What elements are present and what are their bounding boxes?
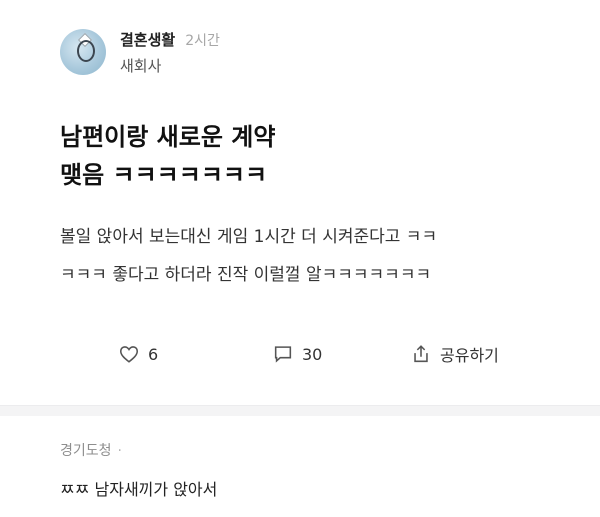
- avatar[interactable]: [60, 29, 106, 75]
- ring-icon: [77, 40, 95, 62]
- comment-text: ㅉㅉ 남자새끼가 앉아서: [60, 480, 218, 499]
- post-time: 2시간: [185, 32, 220, 49]
- post-meta: 결혼생활 2시간 새회사: [120, 29, 220, 76]
- post-meta-top: 결혼생활 2시간: [120, 29, 220, 50]
- share-button[interactable]: 공유하기: [410, 336, 499, 372]
- post-actions: 6 30 공유하기: [0, 336, 600, 372]
- share-label: 공유하기: [440, 346, 499, 365]
- post-header: 결혼생활 2시간 새회사: [60, 24, 220, 80]
- group-name[interactable]: 결혼생활: [120, 29, 175, 50]
- heart-icon: [119, 346, 139, 363]
- section-divider: [0, 405, 600, 416]
- post-title: 남편이랑 새로운 계약 맺음 ㅋㅋㅋㅋㅋㅋㅋ: [60, 123, 276, 189]
- speech-bubble-icon: [274, 346, 292, 363]
- board-name[interactable]: 새회사: [120, 55, 220, 76]
- comment-count: 30: [302, 344, 323, 364]
- like-count: 6: [148, 344, 159, 364]
- comment-button[interactable]: 30: [272, 336, 322, 372]
- comment-separator: ·: [117, 443, 122, 459]
- share-icon: [414, 345, 428, 363]
- post-body: 볼일 앉아서 보는대신 게임 1시간 더 시켜준다고 ㅋㅋ ㅋㅋㅋ 좋다고 하더…: [60, 227, 438, 285]
- comment-item: 경기도청 · ㅉㅉ 남자새끼가 앉아서: [60, 440, 540, 500]
- comment-meta: 경기도청 ·: [60, 440, 540, 460]
- like-button[interactable]: 6: [118, 336, 158, 372]
- comment-author[interactable]: 경기도청: [60, 443, 112, 459]
